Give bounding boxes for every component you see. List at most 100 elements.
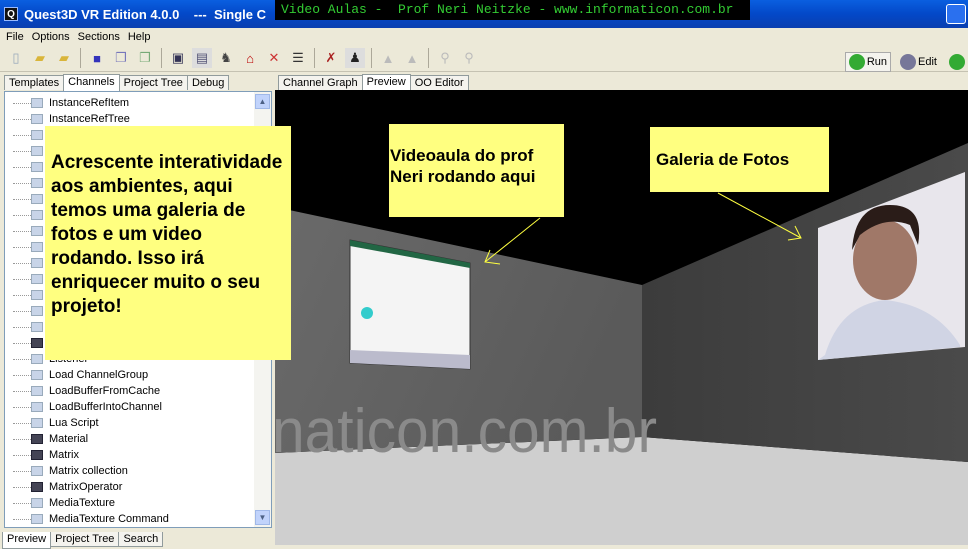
tree-item[interactable]: Lua Script [5, 415, 255, 431]
scroll-down-button[interactable]: ▼ [255, 510, 270, 525]
channel-icon [31, 290, 43, 300]
ungroup-icon[interactable]: ▲ [402, 48, 422, 68]
tree-item[interactable]: Material [5, 431, 255, 447]
menu-file[interactable]: File [2, 31, 28, 43]
note-main: Acrescente interatividade aos ambientes,… [45, 126, 291, 360]
tree-item-label: InstanceRefItem [49, 97, 130, 109]
tree-line [13, 518, 31, 520]
channel-icon [31, 98, 43, 108]
tab-debug[interactable]: Debug [186, 75, 230, 90]
open-icon[interactable]: ▰ [30, 48, 50, 68]
edit-icon [900, 54, 917, 70]
channel-icon [31, 242, 43, 252]
tree-item-label: Material [49, 433, 89, 445]
channel-icon [31, 402, 43, 412]
tree-line [13, 262, 31, 264]
tree-line [13, 374, 31, 376]
tree-item-label: MediaTexture [49, 497, 116, 509]
tree-item[interactable]: Matrix collection [5, 463, 255, 479]
scroll-up-button[interactable]: ▲ [255, 94, 270, 109]
tree-item[interactable]: MatrixOperator [5, 479, 255, 495]
tree-item-label: MatrixOperator [49, 481, 123, 493]
tab-oo-editor[interactable]: OO Editor [409, 75, 469, 90]
tree-line [13, 454, 31, 456]
tree-item[interactable]: InstanceRefItem [5, 95, 255, 111]
tree-line [13, 198, 31, 200]
list-icon[interactable]: ☰ [288, 48, 308, 68]
preview-viewport[interactable]: naticon.com.br [275, 90, 968, 545]
tree-line [13, 150, 31, 152]
video-screen [349, 239, 471, 370]
menu-options[interactable]: Options [28, 31, 74, 43]
tree-line [13, 278, 31, 280]
channel-icon[interactable]: ▣ [168, 48, 188, 68]
channel-icon [31, 162, 43, 172]
tab-channel-graph[interactable]: Channel Graph [278, 75, 363, 90]
tree-item[interactable]: Matrix [5, 447, 255, 463]
tab-preview-bottom[interactable]: Preview [2, 532, 52, 549]
mode-icon [949, 54, 965, 70]
tree-item-label: Load ChannelGroup [49, 369, 149, 381]
tree-item[interactable]: LoadBufferFromCache [5, 383, 255, 399]
tree-line [13, 502, 31, 504]
object-icon[interactable]: ♟ [345, 48, 365, 68]
tree-line [13, 310, 31, 312]
tab-channels[interactable]: Channels [63, 74, 120, 91]
tab-templates[interactable]: Templates [4, 75, 65, 90]
tree-line [13, 246, 31, 248]
tree-line [13, 422, 31, 424]
mode-buttons: Run Edit [844, 52, 968, 72]
debug-icon[interactable]: ✗ [321, 48, 341, 68]
app-icon: Q [4, 7, 18, 21]
tree-line [13, 342, 31, 344]
gallery-arrow [717, 192, 802, 239]
tree-line [13, 134, 31, 136]
save-all-icon[interactable]: ❐ [111, 48, 131, 68]
tab-preview[interactable]: Preview [361, 74, 411, 91]
window-button[interactable] [946, 4, 966, 24]
run-button[interactable]: Run [844, 52, 892, 72]
tree-item[interactable]: LoadBufferIntoChannel [5, 399, 255, 415]
channel-icon [31, 114, 43, 124]
separator [314, 48, 315, 68]
tree-item-label: InstanceRefTree [49, 113, 130, 125]
export-icon[interactable]: ❐ [135, 48, 155, 68]
tab-project-tree[interactable]: Project Tree [118, 75, 188, 90]
zoom-out-icon[interactable]: ⚲ [459, 48, 479, 68]
house-icon[interactable]: ⌂ [240, 48, 260, 68]
edit-button[interactable]: Edit [897, 53, 940, 71]
tree-item-label: LoadBufferFromCache [49, 385, 161, 397]
channel-icon [31, 178, 43, 188]
toolbar: ▯ ▰ ▰ ■ ❐ ❐ ▣ ▤ ♞ ⌂ ✕ ☰ ✗ ♟ ▲ ▲ ⚲ ⚲ [0, 45, 968, 72]
new-icon[interactable]: ▯ [6, 48, 26, 68]
tree-line [13, 390, 31, 392]
tree-line [13, 294, 31, 296]
tree-line [13, 102, 31, 104]
mode-button[interactable] [946, 53, 968, 71]
channel-icon [31, 498, 43, 508]
link-icon[interactable]: ♞ [216, 48, 236, 68]
menu-help[interactable]: Help [124, 31, 155, 43]
zoom-in-icon[interactable]: ⚲ [435, 48, 455, 68]
group-icon[interactable]: ▲ [378, 48, 398, 68]
tree-line [13, 326, 31, 328]
tree-item[interactable]: Load ChannelGroup [5, 367, 255, 383]
scene-3d: naticon.com.br [275, 143, 968, 545]
wall-text: naticon.com.br [275, 397, 657, 466]
tree-line [13, 406, 31, 408]
channel-icon [31, 450, 43, 460]
tree-item[interactable]: MediaTexture Command [5, 511, 255, 527]
menu-sections[interactable]: Sections [74, 31, 124, 43]
channel-icon [31, 226, 43, 236]
menu-bar: File Options Sections Help [0, 28, 968, 45]
save-icon[interactable]: ■ [87, 48, 107, 68]
channel-icon [31, 194, 43, 204]
channel-icon [31, 274, 43, 284]
graph-icon[interactable]: ✕ [264, 48, 284, 68]
preview-icon[interactable]: ▤ [192, 48, 212, 68]
channel-icon [31, 418, 43, 428]
tree-item[interactable]: InstanceRefTree [5, 111, 255, 127]
open-recent-icon[interactable]: ▰ [54, 48, 74, 68]
note-gallery: Galeria de Fotos [650, 127, 829, 192]
tree-item[interactable]: MediaTexture [5, 495, 255, 511]
